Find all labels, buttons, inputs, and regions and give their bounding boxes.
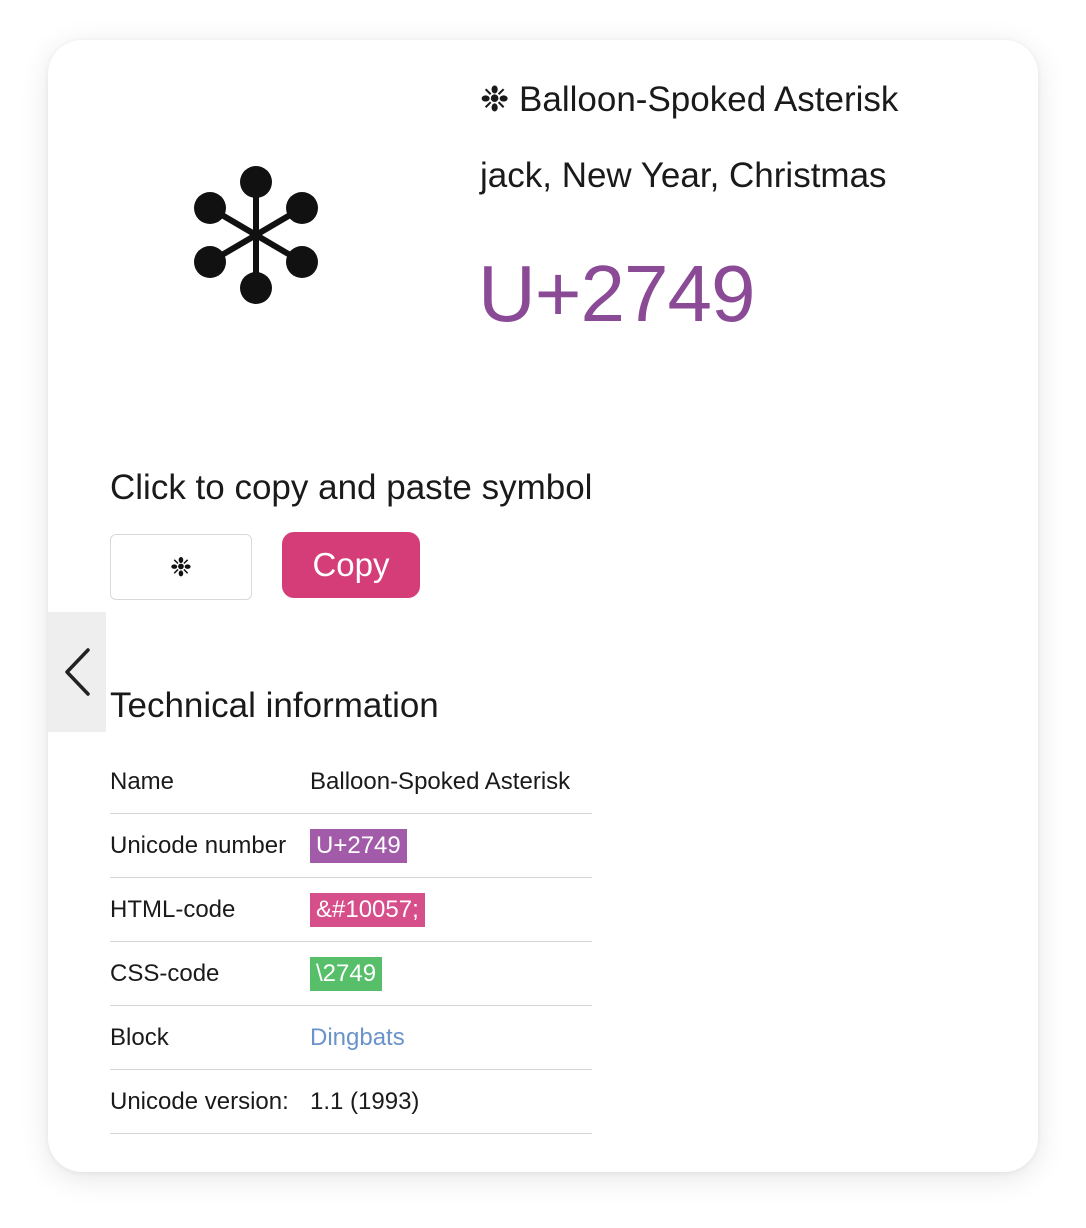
unicode-code-large: U+2749 [478,249,755,338]
chevron-left-icon [65,648,90,696]
row-value-unicode-version: 1.1 (1993) [310,1087,420,1115]
page-title: ❉ Balloon-Spoked Asterisk [480,80,899,119]
symbol-tags: jack, New Year, Christmas [480,156,887,195]
row-label-name: Name [110,767,175,795]
row-label-unicode-version: Unicode version: [110,1087,289,1115]
previous-symbol-button[interactable] [48,612,106,732]
row-label-css-code: CSS-code [110,959,220,987]
symbol-copy-field[interactable]: ❉ [110,534,252,600]
row-label-block: Block [110,1023,169,1051]
copy-button[interactable]: Copy [282,532,420,598]
balloon-spoked-asterisk-glyph [194,166,318,304]
html-code-badge[interactable]: &#10057; [310,892,425,927]
row-label-html-code: HTML-code [110,895,236,923]
table-row: Block Dingbats [110,1006,592,1070]
unicode-number-badge[interactable]: U+2749 [310,828,407,863]
table-row: Unicode number U+2749 [110,814,592,878]
table-row: CSS-code \2749 [110,942,592,1006]
css-code-badge[interactable]: \2749 [310,956,383,991]
row-value-name: Balloon-Spoked Asterisk [310,767,571,795]
technical-info-table: Name Balloon-Spoked Asterisk Unicode num… [110,750,592,1134]
block-link[interactable]: Dingbats [310,1024,405,1052]
copy-heading: Click to copy and paste symbol [110,468,593,507]
row-label-unicode-number: Unicode number [110,831,287,859]
symbol-card: ❉ Balloon-Spoked Asterisk jack, New Year… [48,40,1038,1172]
table-row: Unicode version: 1.1 (1993) [110,1070,592,1134]
table-row: HTML-code &#10057; [110,878,592,942]
table-row: Name Balloon-Spoked Asterisk [110,750,592,814]
technical-info-heading: Technical information [110,686,439,725]
